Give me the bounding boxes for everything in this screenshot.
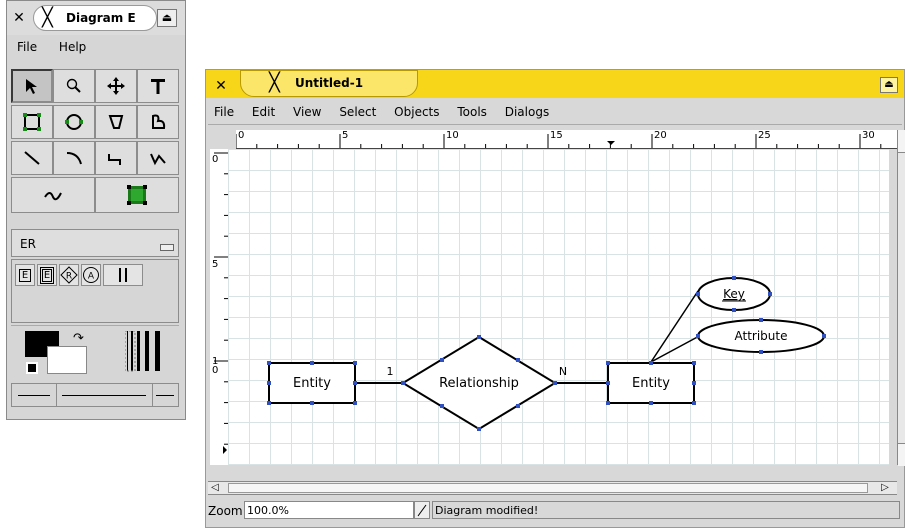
scroll-down-icon[interactable] bbox=[898, 443, 905, 466]
sheet-selector[interactable]: ER bbox=[11, 229, 179, 257]
ruler-label: 0 bbox=[238, 130, 245, 141]
toolbox-menubar: File Help bbox=[17, 40, 104, 54]
vertical-scrollbar[interactable] bbox=[897, 130, 905, 466]
beziergon-tool[interactable] bbox=[137, 105, 179, 139]
image-tool[interactable] bbox=[95, 177, 179, 213]
attribute-label: Attribute bbox=[735, 329, 788, 343]
toolbox-window: ✕ ╳ Diagram E ⏏ File Help ER E E R A ↷ bbox=[6, 0, 186, 420]
menubar-divider bbox=[208, 124, 902, 125]
diagram-menubar: File Edit View Select Objects Tools Dial… bbox=[214, 105, 567, 119]
scroll-thumb[interactable] bbox=[228, 483, 868, 493]
close-icon[interactable]: ✕ bbox=[213, 78, 229, 94]
menu-help[interactable]: Help bbox=[59, 40, 86, 54]
relationship-tool[interactable]: R bbox=[59, 264, 79, 286]
er-shapes: Entity Relationship Entity 1 N Key Attri… bbox=[267, 276, 826, 431]
ruler-label: 5 bbox=[342, 130, 349, 141]
dropdown-icon bbox=[160, 244, 174, 251]
horizontal-ruler: 0 5 10 15 20 25 30 bbox=[236, 130, 897, 149]
diagram-titlebar: ✕ ╳ Untitled-1 ⏏ bbox=[206, 70, 904, 98]
shade-icon[interactable]: ⏏ bbox=[880, 77, 898, 93]
swap-colors-icon[interactable]: ↷ bbox=[73, 331, 84, 346]
start-arrow-selector[interactable] bbox=[12, 384, 57, 406]
attribute-tool[interactable]: A bbox=[81, 264, 101, 286]
polyline-tool[interactable] bbox=[137, 141, 179, 175]
scroll-left-icon[interactable]: ◁ bbox=[208, 482, 222, 494]
ruler-label: 20 bbox=[654, 130, 667, 141]
menu-view[interactable]: View bbox=[293, 105, 321, 119]
svg-text:A: A bbox=[88, 272, 95, 282]
menu-edit[interactable]: Edit bbox=[252, 105, 275, 119]
zoom-label: Zoom bbox=[208, 504, 243, 518]
menu-file[interactable]: File bbox=[17, 40, 37, 54]
relationship-label: Relationship bbox=[439, 376, 519, 391]
entity-right-label: Entity bbox=[632, 376, 670, 391]
menu-file[interactable]: File bbox=[214, 105, 234, 119]
bezier-tool[interactable] bbox=[11, 177, 95, 213]
menu-select[interactable]: Select bbox=[339, 105, 376, 119]
status-message-box: Diagram modified! bbox=[432, 501, 900, 519]
ruler-label: 5 bbox=[212, 259, 219, 270]
svg-text:R: R bbox=[66, 272, 72, 282]
x-logo-icon: ╳ bbox=[269, 72, 280, 93]
participation-tool[interactable] bbox=[103, 264, 143, 286]
toolbox-title-tab[interactable]: ╳ Diagram E bbox=[33, 5, 157, 31]
ruler-label: 0 bbox=[212, 365, 219, 376]
key-connector[interactable] bbox=[650, 290, 699, 363]
status-message: Diagram modified! bbox=[435, 504, 539, 517]
diagram-title: Untitled-1 bbox=[295, 76, 364, 90]
line-width-selector[interactable] bbox=[124, 330, 169, 376]
key-attribute-label: Key bbox=[723, 287, 745, 301]
ellipse-tool[interactable] bbox=[53, 105, 95, 139]
horizontal-scrollbar[interactable]: ◁ ▷ bbox=[208, 481, 897, 495]
background-color[interactable] bbox=[47, 346, 87, 374]
entity-left-label: Entity bbox=[293, 376, 331, 391]
weak-entity-tool[interactable]: E bbox=[37, 264, 57, 286]
scroll-up-icon[interactable] bbox=[898, 130, 905, 153]
ruler-label: 30 bbox=[862, 130, 875, 141]
line-style-selector[interactable] bbox=[56, 384, 153, 406]
menu-dialogs[interactable]: Dialogs bbox=[505, 105, 549, 119]
ruler-label: 15 bbox=[550, 130, 563, 141]
cardinality-left: 1 bbox=[387, 365, 394, 378]
arc-tool[interactable] bbox=[53, 141, 95, 175]
status-bar: Zoom 100.0% Diagram modified! bbox=[208, 500, 902, 522]
text-tool[interactable] bbox=[137, 69, 179, 103]
vertical-ruler: 0 5 1 0 bbox=[210, 149, 229, 465]
zigzag-tool[interactable] bbox=[95, 141, 137, 175]
close-icon[interactable]: ✕ bbox=[11, 10, 27, 26]
ruler-label: 0 bbox=[212, 154, 219, 165]
box-tool[interactable] bbox=[11, 105, 53, 139]
polygon-tool[interactable] bbox=[95, 105, 137, 139]
sheet-selector-value: ER bbox=[20, 237, 36, 251]
toolbox-titlebar: ✕ ╳ Diagram E ⏏ bbox=[7, 1, 185, 35]
reset-colors-icon[interactable] bbox=[26, 362, 38, 374]
magnify-tool[interactable] bbox=[53, 69, 95, 103]
diagram-window: ✕ ╳ Untitled-1 ⏏ File Edit View Select O… bbox=[205, 69, 905, 528]
move-tool[interactable] bbox=[95, 69, 137, 103]
zoom-input[interactable]: 100.0% bbox=[244, 501, 414, 519]
scroll-right-icon[interactable]: ▷ bbox=[878, 482, 892, 494]
end-arrow-selector[interactable] bbox=[152, 384, 178, 406]
zoom-value: 100.0% bbox=[247, 504, 289, 517]
ruler-label: 25 bbox=[758, 130, 771, 141]
line-style-row bbox=[11, 383, 179, 407]
x-logo-icon: ╳ bbox=[42, 7, 53, 28]
menu-tools[interactable]: Tools bbox=[457, 105, 487, 119]
shade-icon[interactable]: ⏏ bbox=[157, 9, 177, 27]
attr-connector[interactable] bbox=[650, 333, 704, 363]
pointer-tool[interactable] bbox=[11, 69, 53, 103]
menu-objects[interactable]: Objects bbox=[394, 105, 439, 119]
entity-tool[interactable]: E bbox=[15, 264, 35, 286]
toolbox-title: Diagram E bbox=[66, 11, 136, 25]
cardinality-right: N bbox=[559, 365, 567, 378]
zoom-dropdown-icon[interactable] bbox=[414, 501, 430, 519]
line-tool[interactable] bbox=[11, 141, 53, 175]
ruler-label: 10 bbox=[446, 130, 459, 141]
diagram-title-tab[interactable]: ╳ Untitled-1 bbox=[240, 70, 418, 97]
